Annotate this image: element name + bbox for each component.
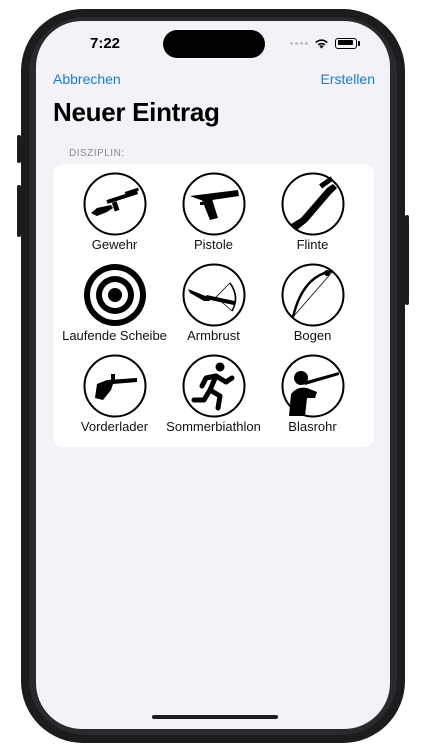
status-time: 7:22 bbox=[89, 35, 121, 52]
dynamic-island bbox=[163, 30, 265, 58]
cancel-button[interactable]: Abbrechen bbox=[53, 71, 121, 87]
cellular-signal-icon bbox=[290, 41, 308, 45]
home-indicator[interactable] bbox=[152, 715, 278, 719]
target-icon bbox=[83, 264, 146, 326]
discipline-blasrohr[interactable]: Blasrohr bbox=[263, 352, 362, 443]
wifi-icon bbox=[315, 38, 328, 48]
discipline-sommerbiathlon[interactable]: Sommerbiathlon bbox=[164, 352, 263, 443]
section-header-discipline: DISZIPLIN: bbox=[69, 148, 125, 159]
discipline-label: Flinte bbox=[296, 237, 329, 252]
create-button[interactable]: Erstellen bbox=[321, 71, 375, 87]
app-screen: 7:22 Abbrechen Erstellen Neuer Eintrag D… bbox=[36, 21, 390, 729]
status-icons bbox=[290, 36, 360, 50]
pistol-icon bbox=[182, 172, 245, 236]
bow-icon bbox=[281, 263, 344, 327]
discipline-vorderlader[interactable]: Vorderlader bbox=[65, 352, 164, 443]
discipline-pistole[interactable]: Pistole bbox=[164, 170, 263, 261]
runner-icon bbox=[182, 354, 245, 418]
page-title: Neuer Eintrag bbox=[53, 97, 220, 127]
discipline-label: Blasrohr bbox=[288, 419, 337, 434]
side-button-left bbox=[17, 135, 21, 163]
discipline-card: Gewehr Pistole Flinte Laufende Scheibe A… bbox=[53, 164, 374, 447]
discipline-label: Bogen bbox=[293, 328, 332, 343]
discipline-flinte[interactable]: Flinte bbox=[263, 170, 362, 261]
crossbow-icon bbox=[182, 263, 245, 327]
discipline-armbrust[interactable]: Armbrust bbox=[164, 261, 263, 352]
shotgun-icon bbox=[281, 172, 344, 236]
discipline-bogen[interactable]: Bogen bbox=[263, 261, 362, 352]
side-button-right bbox=[405, 215, 409, 305]
discipline-gewehr[interactable]: Gewehr bbox=[65, 170, 164, 261]
discipline-laufende-scheibe[interactable]: Laufende Scheibe bbox=[62, 261, 167, 352]
rifle-icon bbox=[83, 172, 146, 236]
muzzleloader-icon bbox=[83, 354, 146, 418]
blowpipe-icon bbox=[281, 354, 344, 418]
battery-nub bbox=[358, 40, 360, 46]
battery-icon bbox=[335, 37, 357, 49]
discipline-grid: Gewehr Pistole Flinte Laufende Scheibe A… bbox=[53, 170, 374, 443]
side-button-left bbox=[17, 185, 21, 237]
